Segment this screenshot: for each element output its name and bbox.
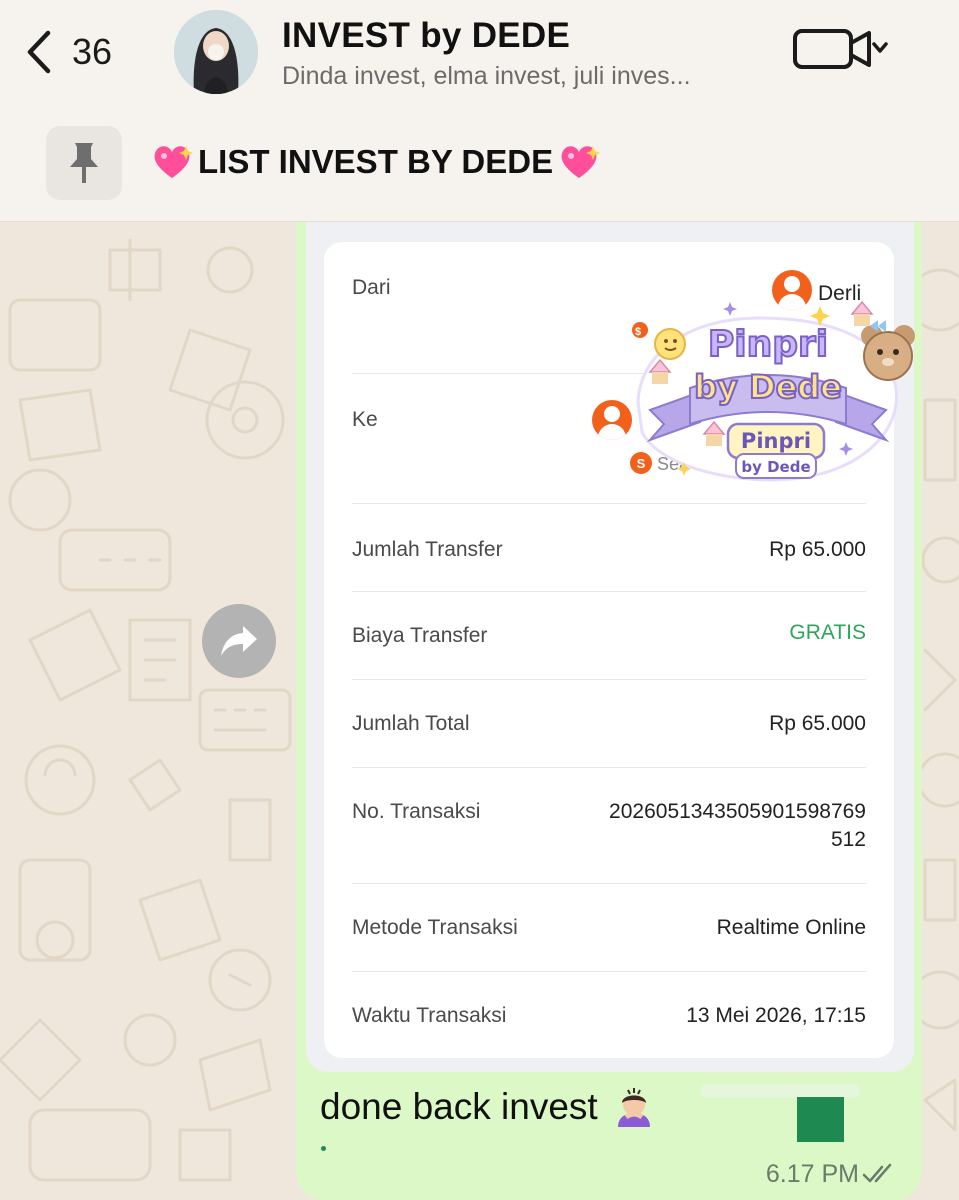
caption-text: done back invest: [320, 1086, 598, 1127]
row-value: Realtime Online: [716, 916, 866, 939]
sticker-ribbon1: Pinpri: [741, 429, 811, 453]
receipt-row-method: Metode Transaksi Realtime Online: [352, 884, 866, 972]
reply-preview-strip: [700, 1084, 860, 1098]
receipt-row-transaction-no: No. Transaksi 2026051343505901598769 512: [352, 768, 866, 884]
row-label: No. Transaksi: [352, 800, 481, 823]
unread-count: 36: [72, 31, 113, 72]
sticker-line2: by Dede: [694, 368, 842, 406]
status-dot: [321, 1146, 326, 1151]
double-check-icon: [862, 1163, 892, 1183]
forward-button[interactable]: [202, 604, 276, 678]
video-call-button[interactable]: [792, 26, 888, 72]
row-value: GRATIS: [789, 621, 866, 644]
row-label: Jumlah Total: [352, 712, 470, 735]
person-bowing-icon: [617, 1088, 650, 1127]
chat-title: INVEST by DEDE: [282, 16, 571, 55]
row-value: 2026051343505901598769 512: [609, 798, 866, 854]
chat-members: Dinda invest, elma invest, juli inves...: [282, 62, 691, 90]
row-value: 13 Mei 2026, 17:15: [686, 1004, 866, 1027]
pin-icon: [46, 126, 122, 200]
sparkling-heart-icon: [154, 146, 193, 178]
sparkling-heart-icon: [561, 146, 601, 178]
receipt-row-amount: Jumlah Transfer Rp 65.000: [352, 504, 866, 592]
row-value: Rp 65.000: [769, 538, 866, 561]
message-time: 6.17 PM: [765, 1160, 859, 1188]
message-caption: done back invest: [320, 1086, 656, 1128]
row-value-line: 2026051343505901598769: [609, 800, 866, 823]
pinned-text: LIST INVEST BY DEDE: [198, 143, 554, 180]
chat-title-block[interactable]: INVEST by DEDE Dinda invest, elma invest…: [282, 16, 772, 91]
svg-text:$: $: [635, 326, 641, 338]
video-call-icon: [793, 29, 871, 69]
row-label: Waktu Transaksi: [352, 1004, 507, 1027]
pinpri-sticker: $ Pinpri by Dede Pinpri by Dede: [620, 292, 916, 492]
chevron-down-icon: [872, 42, 888, 53]
pinned-text-row: LIST INVEST BY DEDE: [150, 142, 601, 182]
row-label: Ke: [352, 408, 378, 431]
sticker-ribbon2: by Dede: [741, 458, 810, 476]
row-value: Rp 65.000: [769, 712, 866, 735]
receipt-row-fee: Biaya Transfer GRATIS: [352, 592, 866, 680]
row-label: Metode Transaksi: [352, 916, 518, 939]
group-avatar[interactable]: [174, 10, 258, 94]
row-value-line: 512: [830, 828, 866, 851]
forward-icon: [221, 626, 257, 656]
receipt-row-time: Waktu Transaksi 13 Mei 2026, 17:15: [352, 972, 866, 1058]
pinned-message-bar[interactable]: LIST INVEST BY DEDE: [0, 120, 959, 206]
back-chevron-icon: [27, 30, 51, 74]
row-label: Jumlah Transfer: [352, 538, 503, 561]
back-button[interactable]: 36: [24, 22, 112, 82]
row-label: Dari: [352, 276, 391, 299]
media-thumbnail[interactable]: [797, 1097, 844, 1142]
receipt-row-total: Jumlah Total Rp 65.000: [352, 680, 866, 768]
row-label: Biaya Transfer: [352, 624, 488, 647]
sticker-line1: Pinpri: [708, 324, 828, 365]
chat-header: 36 INVEST by DEDE Dinda invest, elma inv…: [0, 0, 959, 222]
